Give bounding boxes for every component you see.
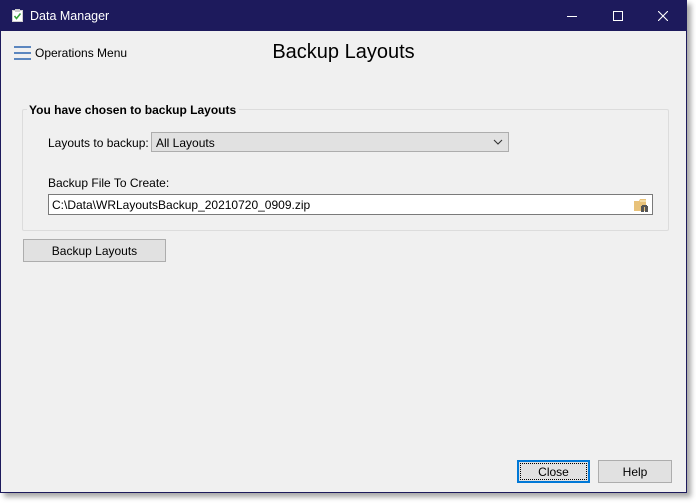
backup-file-input[interactable]: C:\Data\WRLayoutsBackup_20210720_0909.zi…	[48, 194, 653, 215]
minimize-icon	[567, 16, 577, 17]
browse-folder-icon[interactable]	[633, 197, 650, 213]
clipboard-check-icon	[12, 9, 23, 22]
focus-indicator	[520, 463, 587, 480]
title-bar[interactable]: Data Manager	[1, 1, 686, 31]
window-title: Data Manager	[30, 9, 110, 23]
help-button[interactable]: Help	[598, 460, 672, 483]
page-title: Backup Layouts	[272, 41, 415, 63]
minimize-button[interactable]	[549, 1, 595, 31]
close-window-button[interactable]	[640, 1, 686, 31]
maximize-icon	[613, 11, 623, 21]
layouts-dropdown-value: All Layouts	[156, 136, 215, 150]
chevron-down-icon	[493, 139, 503, 145]
layouts-dropdown[interactable]: All Layouts	[151, 132, 509, 152]
maximize-button[interactable]	[595, 1, 641, 31]
close-button[interactable]: Close	[517, 460, 590, 483]
group-legend: You have chosen to backup Layouts	[27, 103, 240, 117]
backup-layouts-button[interactable]: Backup Layouts	[23, 239, 166, 262]
backup-file-value: C:\Data\WRLayoutsBackup_20210720_0909.zi…	[52, 198, 311, 212]
backup-file-label: Backup File To Create:	[48, 176, 170, 190]
close-icon	[658, 11, 668, 21]
app-window: Data Manager Operations Menu Backup Layo…	[0, 0, 687, 493]
layouts-to-backup-label: Layouts to backup:	[48, 136, 149, 150]
